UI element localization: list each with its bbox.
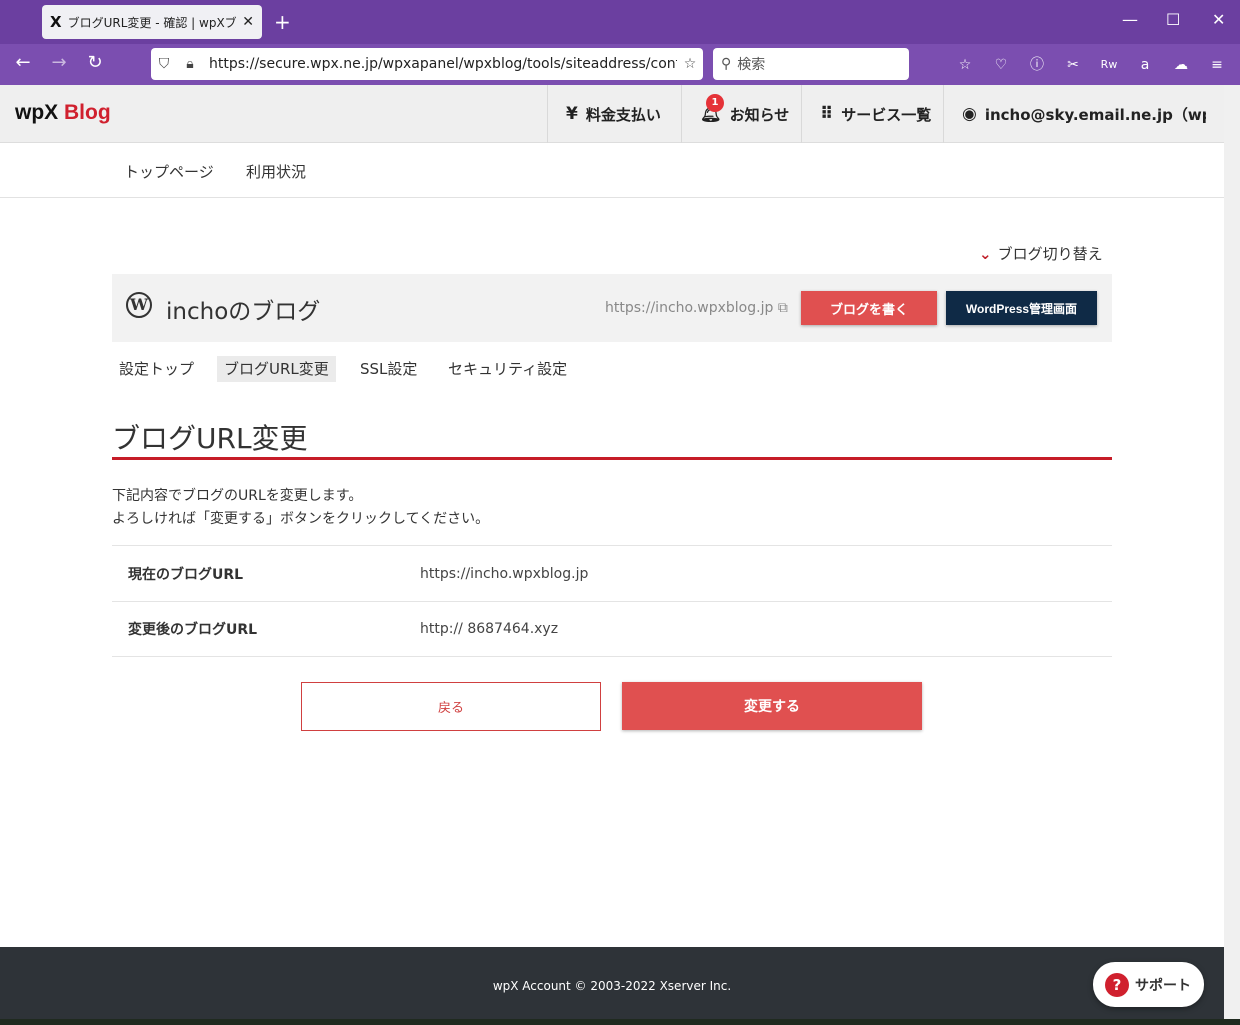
pocket-icon[interactable]: ♡ (990, 54, 1012, 76)
blog-name: inchoのブログ (166, 299, 321, 325)
new-tab-button[interactable]: + (274, 10, 291, 34)
description: 下記内容でブログのURLを変更します。 よろしければ「変更する」ボタンをクリック… (112, 485, 489, 531)
grid-icon: ⠿ (820, 104, 834, 124)
yen-icon: ¥ (566, 104, 578, 124)
account-menu[interactable]: ◉ incho@sky.email.ne.jp（wp... (943, 85, 1224, 143)
rw-extension-icon[interactable]: Rw (1098, 54, 1120, 76)
tab-close-icon[interactable]: ✕ (242, 14, 254, 30)
external-link-icon: ⧉ (777, 300, 788, 316)
blog-switch[interactable]: ⌄ ブログ切り替え (979, 243, 1103, 264)
scrollbar[interactable] (1224, 85, 1240, 1025)
subnav-top-page[interactable]: トップページ (124, 161, 214, 182)
blog-url-text: https://incho.wpxblog.jp (605, 300, 774, 316)
shield-icon[interactable]: ⛉ (151, 56, 177, 72)
minimize-icon[interactable]: — (1122, 10, 1138, 29)
sub-navigation: トップページ 利用状況 (0, 143, 1224, 198)
bookmarks-icon[interactable]: ☆ (954, 54, 976, 76)
menu-icon[interactable]: ≡ (1206, 54, 1228, 76)
app-header: wpX Blog ¥ 料金支払い 🔔︎ 1 お知らせ ⠿ サービス一覧 ◉ in… (0, 85, 1224, 143)
browser-navbar: ← → ↻ ⛉ 🔒︎ https://secure.wpx.ne.jp/wpxa… (0, 44, 1240, 85)
browser-tabstrip: X ブログURL変更 - 確認 | wpXブログ ✕ + — ☐ ✕ (0, 0, 1240, 44)
footer: wpX Account © 2003-2022 Xserver Inc. (0, 947, 1224, 1019)
table-row: 現在のブログURL https://incho.wpxblog.jp (112, 545, 1112, 601)
cloud-extension-icon[interactable]: ☁ (1170, 54, 1192, 76)
window-close-icon[interactable]: ✕ (1212, 10, 1225, 29)
search-icon: ⚲ (721, 56, 732, 72)
forward-icon[interactable]: → (47, 52, 71, 73)
tab-blog-url-change[interactable]: ブログURL変更 (217, 356, 336, 382)
amazon-extension-icon[interactable]: a (1134, 54, 1156, 76)
services-label: サービス一覧 (841, 105, 932, 124)
back-icon[interactable]: ← (11, 52, 35, 73)
blog-header: W inchoのブログ https://incho.wpxblog.jp ⧉ ブ… (112, 274, 1112, 342)
table-row: 変更後のブログURL http:// 8687464.xyz (112, 601, 1112, 657)
address-bar[interactable]: ⛉ 🔒︎ https://secure.wpx.ne.jp/wpxapanel/… (151, 48, 703, 80)
notifications-menu[interactable]: 🔔︎ 1 お知らせ (681, 85, 807, 143)
screenshot-icon[interactable]: ✂ (1062, 54, 1084, 76)
new-url-label: 変更後のブログURL (128, 622, 258, 638)
address-text[interactable]: https://secure.wpx.ne.jp/wpxapanel/wpxbl… (203, 56, 677, 72)
back-button[interactable]: 戻る (301, 682, 601, 731)
notifications-label: お知らせ (729, 105, 790, 124)
lock-icon[interactable]: 🔒︎ (177, 56, 203, 72)
blog-switch-label: ブログ切り替え (997, 245, 1103, 263)
subnav-usage[interactable]: 利用状況 (246, 161, 306, 182)
description-line-2: よろしければ「変更する」ボタンをクリックしてください。 (112, 511, 490, 527)
blog-url-link[interactable]: https://incho.wpxblog.jp ⧉ (605, 300, 788, 316)
question-icon: ? (1105, 972, 1129, 997)
wpx-blog-logo[interactable]: wpX Blog (15, 101, 111, 125)
notification-badge: 1 (706, 94, 724, 112)
url-table: 現在のブログURL https://incho.wpxblog.jp 変更後のブ… (112, 545, 1112, 657)
search-input[interactable]: ⚲ 検索 (713, 48, 909, 80)
maximize-icon[interactable]: ☐ (1166, 10, 1180, 29)
bookmark-star-icon[interactable]: ☆ (677, 56, 703, 72)
browser-tab[interactable]: X ブログURL変更 - 確認 | wpXブログ ✕ (42, 5, 262, 39)
services-menu[interactable]: ⠿ サービス一覧 (801, 85, 949, 143)
copyright: wpX Account © 2003-2022 Xserver Inc. (492, 979, 732, 993)
chevron-down-icon: ⌄ (979, 245, 992, 263)
write-blog-button[interactable]: ブログを書く (801, 291, 937, 325)
account-label: incho@sky.email.ne.jp（wp... (984, 105, 1206, 124)
tab-title: ブログURL変更 - 確認 | wpXブログ (67, 15, 237, 30)
user-icon: ◉ (962, 104, 977, 124)
page-title: ブログURL変更 (112, 422, 308, 455)
wordpress-icon: W (126, 292, 152, 318)
tab-security[interactable]: セキュリティ設定 (441, 356, 574, 382)
taskbar-strip (0, 1019, 1240, 1025)
support-label: サポート (1135, 977, 1191, 994)
billing-label: 料金支払い (585, 105, 661, 124)
change-button[interactable]: 変更する (622, 682, 922, 730)
xserver-favicon-icon: X (50, 13, 62, 31)
search-placeholder: 検索 (737, 57, 766, 73)
current-url-label: 現在のブログURL (128, 566, 244, 583)
support-button[interactable]: ? サポート (1093, 962, 1204, 1007)
info-extension-icon[interactable]: ⓘ (1026, 54, 1048, 76)
description-line-1: 下記内容でブログのURLを変更します。 (112, 488, 363, 504)
main-content: ⌄ ブログ切り替え W inchoのブログ https://incho.wpxbl… (0, 198, 1224, 947)
tab-settings-top[interactable]: 設定トップ (112, 356, 201, 382)
current-url-value: https://incho.wpxblog.jp (420, 565, 589, 582)
tab-ssl[interactable]: SSL設定 (353, 356, 424, 382)
title-divider (112, 457, 1112, 460)
reload-icon[interactable]: ↻ (83, 52, 107, 73)
billing-menu[interactable]: ¥ 料金支払い (547, 85, 679, 143)
logo-blog: Blog (64, 101, 111, 124)
new-url-value: http:// 8687464.xyz (420, 621, 559, 637)
logo-wpx: wpX (15, 101, 59, 124)
wordpress-admin-button[interactable]: WordPress管理画面 (946, 291, 1097, 325)
